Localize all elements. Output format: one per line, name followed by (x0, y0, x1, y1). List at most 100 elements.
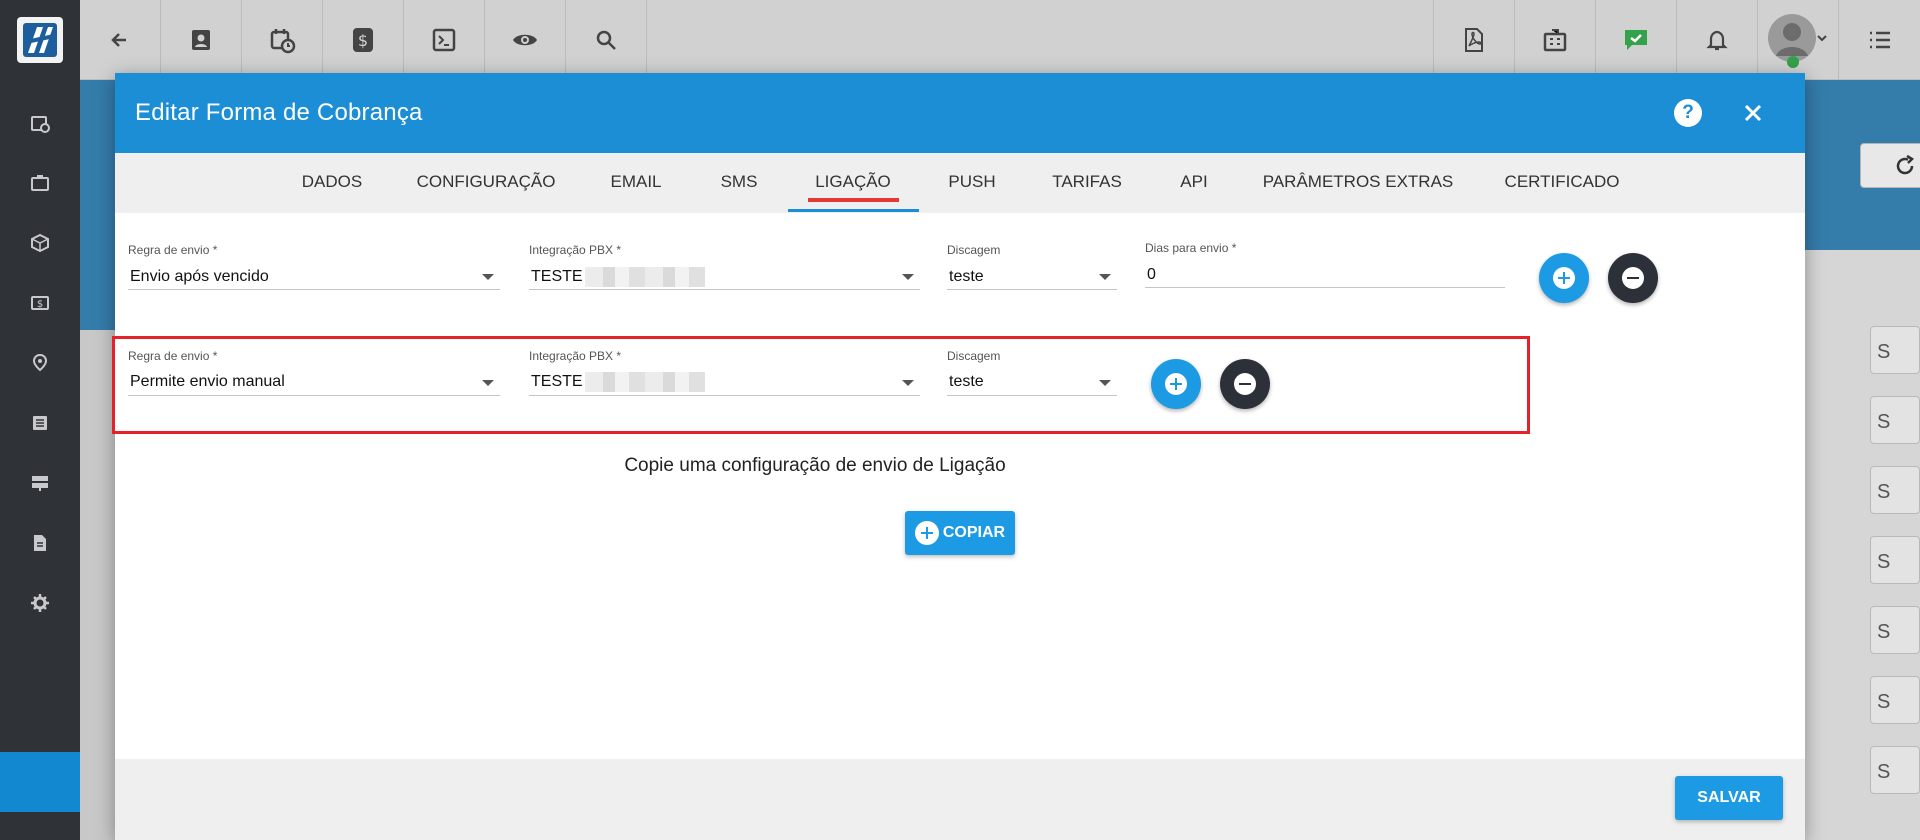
field-value: teste (949, 268, 984, 285)
tab-dados[interactable]: DADOS (302, 153, 362, 213)
contact-icon[interactable] (161, 0, 242, 80)
svg-text:$: $ (358, 31, 368, 50)
edit-billing-modal: Editar Forma de Cobrança ? DADOS CONFIGU… (112, 73, 1805, 840)
money-icon[interactable]: $ (24, 287, 56, 319)
background-button[interactable]: S (1870, 326, 1920, 374)
tab-push[interactable]: PUSH (948, 153, 995, 213)
sidebar: $ (0, 0, 80, 840)
remove-row-button[interactable] (1608, 253, 1658, 303)
briefcase-icon[interactable] (24, 167, 56, 199)
redacted-text (584, 267, 705, 287)
building-icon[interactable] (1514, 0, 1595, 80)
add-row-button[interactable] (1539, 253, 1589, 303)
regra-envio-select[interactable]: Regra de envio * Envio após vencido (128, 243, 500, 290)
field-value: Permite envio manual (130, 373, 285, 390)
field-underline (1145, 287, 1505, 288)
discagem-select[interactable]: Discagem teste (947, 243, 1117, 290)
copy-button-label: COPIAR (942, 524, 1006, 541)
field-value: TESTE (531, 373, 583, 391)
field-value: teste (949, 373, 984, 390)
tab-email[interactable]: EMAIL (610, 153, 661, 213)
background-button[interactable]: S (1870, 676, 1920, 724)
sidebar-active-strip (0, 752, 80, 812)
field-value: TESTE (531, 268, 583, 286)
modal-header: Editar Forma de Cobrança ? (115, 73, 1805, 153)
background-button[interactable]: S (1870, 466, 1920, 514)
add-row-button[interactable] (1151, 359, 1201, 409)
bell-icon[interactable] (1676, 0, 1757, 80)
help-icon[interactable]: ? (1674, 99, 1702, 127)
field-underline (947, 289, 1117, 290)
server-icon[interactable] (24, 467, 56, 499)
top-toolbar: $ (80, 0, 1920, 80)
field-underline (947, 395, 1117, 396)
dollar-icon[interactable]: $ (323, 0, 404, 80)
chevron-down-icon (482, 274, 494, 280)
field-value: 0 (1147, 266, 1156, 283)
calendar-icon[interactable] (24, 107, 56, 139)
tab-configuracao[interactable]: CONFIGURAÇÃO (417, 153, 556, 213)
chevron-down-icon (482, 380, 494, 386)
terminal-icon[interactable] (404, 0, 485, 80)
background-button[interactable]: S (1870, 396, 1920, 444)
refresh-icon[interactable] (1860, 143, 1920, 188)
tab-sms[interactable]: SMS (721, 153, 758, 213)
dias-envio-input[interactable]: Dias para envio * 0 (1145, 241, 1505, 288)
active-tab-indicator (788, 209, 919, 212)
copy-config-text: Copie uma configuração de envio de Ligaç… (624, 455, 1006, 476)
field-underline (529, 395, 920, 396)
chat-check-icon[interactable] (1595, 0, 1676, 80)
svg-text:$: $ (37, 299, 43, 310)
close-icon[interactable] (1737, 97, 1769, 129)
field-underline (128, 395, 500, 396)
field-label: Discagem (947, 349, 1001, 363)
tab-certificado[interactable]: CERTIFICADO (1505, 153, 1620, 213)
field-underline (529, 289, 920, 290)
menu-list-icon[interactable] (1838, 0, 1920, 80)
background-button[interactable]: S (1870, 746, 1920, 794)
modal-footer: SALVAR (115, 759, 1805, 840)
background-button[interactable]: S (1870, 606, 1920, 654)
integracao-pbx-select[interactable]: Integração PBX * TESTE (529, 243, 920, 290)
integracao-pbx-select[interactable]: Integração PBX * TESTE (529, 349, 920, 396)
app-logo[interactable] (17, 17, 63, 63)
pdf-icon[interactable] (1433, 0, 1514, 80)
tab-ligacao[interactable]: LIGAÇÃO (815, 153, 891, 213)
tab-tarifas[interactable]: TARIFAS (1052, 153, 1122, 213)
field-label: Regra de envio * (128, 349, 218, 363)
field-label: Integração PBX * (529, 349, 622, 363)
tab-bar: DADOS CONFIGURAÇÃO EMAIL SMS LIGAÇÃO PUS… (115, 153, 1805, 213)
box-icon[interactable] (24, 227, 56, 259)
field-label: Discagem (947, 243, 1001, 257)
search-icon[interactable] (566, 0, 647, 80)
regra-envio-select[interactable]: Regra de envio * Permite envio manual (128, 349, 500, 396)
save-button[interactable]: SALVAR (1675, 776, 1783, 820)
remove-row-button[interactable] (1220, 359, 1270, 409)
tab-parametros-extras[interactable]: PARÂMETROS EXTRAS (1263, 153, 1454, 213)
chevron-down-icon (902, 274, 914, 280)
field-label: Dias para envio * (1145, 241, 1237, 255)
background-button[interactable]: S (1870, 536, 1920, 584)
gear-icon[interactable] (24, 587, 56, 619)
discagem-select[interactable]: Discagem teste (947, 349, 1117, 396)
chevron-down-icon (902, 380, 914, 386)
copy-button[interactable]: COPIAR (905, 511, 1015, 555)
field-underline (128, 289, 500, 290)
field-label: Regra de envio * (128, 243, 218, 257)
redacted-text (584, 372, 705, 392)
list-icon[interactable] (24, 407, 56, 439)
chevron-down-icon (1099, 274, 1111, 280)
document-icon[interactable] (24, 527, 56, 559)
chevron-down-icon (1099, 380, 1111, 386)
map-pin-icon[interactable] (24, 347, 56, 379)
eye-icon[interactable] (485, 0, 566, 80)
field-label: Integração PBX * (529, 243, 622, 257)
modal-title: Editar Forma de Cobrança (135, 99, 423, 126)
plus-circle-icon (914, 521, 939, 545)
annotation-underline (808, 198, 899, 202)
field-value: Envio após vencido (130, 268, 269, 285)
tab-api[interactable]: API (1180, 153, 1207, 213)
avatar[interactable] (1757, 0, 1838, 80)
calendar-clock-icon[interactable] (242, 0, 323, 80)
back-arrow-icon[interactable] (80, 0, 161, 80)
